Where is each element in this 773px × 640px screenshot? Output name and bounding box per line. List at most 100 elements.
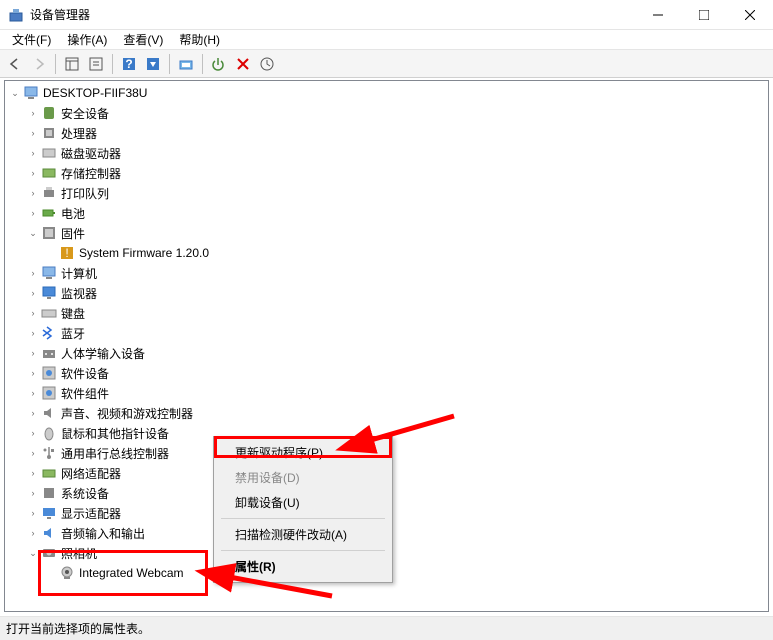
keyboard-icon — [41, 305, 57, 321]
expand-icon[interactable]: › — [27, 327, 39, 339]
audio-icon — [41, 525, 57, 541]
update-driver-button[interactable] — [175, 53, 197, 75]
svg-text:?: ? — [125, 57, 132, 71]
tree-node-firmware_item[interactable]: !System Firmware 1.20.0 — [5, 243, 768, 263]
menu-view[interactable]: 查看(V) — [117, 30, 169, 49]
expand-icon[interactable]: › — [27, 527, 39, 539]
camera-icon — [41, 545, 57, 561]
tree-node-bluetooth[interactable]: › 蓝牙 — [5, 323, 768, 343]
chip-icon — [41, 125, 57, 141]
expand-icon[interactable]: › — [27, 107, 39, 119]
tree-label: 软件设备 — [61, 365, 109, 382]
menu-help[interactable]: 帮助(H) — [173, 30, 226, 49]
system-icon — [41, 485, 57, 501]
battery-icon — [41, 205, 57, 221]
context-disable-device[interactable]: 禁用设备(D) — [217, 465, 389, 490]
context-separator — [221, 550, 385, 551]
computer-icon — [23, 85, 39, 101]
tree-node-battery[interactable]: › 电池 — [5, 203, 768, 223]
svg-text:!: ! — [65, 246, 68, 260]
tree-node-monitor[interactable]: ›监视器 — [5, 283, 768, 303]
uninstall-button[interactable] — [232, 53, 254, 75]
menu-file[interactable]: 文件(F) — [6, 30, 57, 49]
tree-node-software_dev[interactable]: › 软件设备 — [5, 363, 768, 383]
expand-icon[interactable]: › — [27, 427, 39, 439]
tree-label: 软件组件 — [61, 385, 109, 402]
tree-label: 磁盘驱动器 — [61, 145, 121, 162]
help-button[interactable]: ? — [118, 53, 140, 75]
expand-icon[interactable] — [45, 567, 57, 579]
tree-node-sound[interactable]: › 声音、视频和游戏控制器 — [5, 403, 768, 423]
window-title: 设备管理器 — [30, 6, 635, 23]
tree-label: 显示适配器 — [61, 505, 121, 522]
expand-icon[interactable]: › — [27, 147, 39, 159]
expand-icon[interactable]: › — [27, 487, 39, 499]
tree-node-storage[interactable]: › 存储控制器 — [5, 163, 768, 183]
tree-node-disk[interactable]: › 磁盘驱动器 — [5, 143, 768, 163]
tree-label: 系统设备 — [61, 485, 109, 502]
tree-label: 蓝牙 — [61, 325, 85, 342]
tree-node-keyboard[interactable]: › 键盘 — [5, 303, 768, 323]
tree-label: 鼠标和其他指针设备 — [61, 425, 169, 442]
expand-icon[interactable]: › — [27, 287, 39, 299]
tree-label: 网络适配器 — [61, 465, 121, 482]
expand-icon[interactable]: › — [27, 407, 39, 419]
tree-node-firmware[interactable]: ⌄固件 — [5, 223, 768, 243]
tree-node-processor[interactable]: ›处理器 — [5, 123, 768, 143]
expand-icon[interactable]: › — [27, 167, 39, 179]
properties-button[interactable] — [85, 53, 107, 75]
expand-icon[interactable]: › — [27, 207, 39, 219]
tree-root-computer[interactable]: ⌄ DESKTOP-FIIF38U — [5, 83, 768, 103]
context-uninstall-device[interactable]: 卸载设备(U) — [217, 490, 389, 515]
context-update-driver[interactable]: 更新驱动程序(P) — [217, 440, 389, 465]
action-button[interactable] — [142, 53, 164, 75]
status-text: 打开当前选择项的属性表。 — [6, 620, 150, 637]
show-hide-tree-button[interactable] — [61, 53, 83, 75]
close-button[interactable] — [727, 0, 773, 30]
tree-label: 键盘 — [61, 305, 85, 322]
enable-button[interactable] — [208, 53, 230, 75]
context-scan-hardware[interactable]: 扫描检测硬件改动(A) — [217, 522, 389, 547]
tree-label: 存储控制器 — [61, 165, 121, 182]
expand-icon[interactable]: ⌄ — [27, 547, 39, 559]
display-icon — [41, 505, 57, 521]
usb-icon — [41, 445, 57, 461]
tree-label: 照相机 — [61, 545, 97, 562]
tree-label: 电池 — [61, 205, 85, 222]
expand-icon[interactable]: › — [27, 127, 39, 139]
toolbar: ? — [0, 50, 773, 78]
tree-node-software_comp[interactable]: › 软件组件 — [5, 383, 768, 403]
expand-icon[interactable]: › — [27, 447, 39, 459]
fw_warn-icon: ! — [59, 245, 75, 261]
context-menu: 更新驱动程序(P) 禁用设备(D) 卸载设备(U) 扫描检测硬件改动(A) 属性… — [213, 436, 393, 583]
expand-icon[interactable]: › — [27, 307, 39, 319]
expand-icon[interactable]: › — [27, 387, 39, 399]
expand-icon[interactable]: › — [27, 467, 39, 479]
expand-icon[interactable]: › — [27, 347, 39, 359]
tree-label: 计算机 — [61, 265, 97, 282]
back-button[interactable] — [4, 53, 26, 75]
monitor-icon — [41, 285, 57, 301]
expand-icon[interactable]: › — [27, 367, 39, 379]
expand-icon[interactable]: ⌄ — [27, 227, 39, 239]
tree-label: DESKTOP-FIIF38U — [43, 86, 147, 100]
expand-icon[interactable]: › — [27, 507, 39, 519]
forward-button[interactable] — [28, 53, 50, 75]
tree-label: 打印队列 — [61, 185, 109, 202]
minimize-button[interactable] — [635, 0, 681, 30]
tree-node-security[interactable]: ›安全设备 — [5, 103, 768, 123]
expand-icon[interactable]: › — [27, 267, 39, 279]
tree-label: 通用串行总线控制器 — [61, 445, 169, 462]
computer-icon — [41, 265, 57, 281]
expand-icon[interactable] — [45, 247, 57, 259]
tree-node-hid[interactable]: ›人体学输入设备 — [5, 343, 768, 363]
menu-action[interactable]: 操作(A) — [61, 30, 113, 49]
scan-button[interactable] — [256, 53, 278, 75]
maximize-button[interactable] — [681, 0, 727, 30]
tree-node-computers[interactable]: › 计算机 — [5, 263, 768, 283]
tree-label: 声音、视频和游戏控制器 — [61, 405, 193, 422]
tree-node-printq[interactable]: › 打印队列 — [5, 183, 768, 203]
context-properties[interactable]: 属性(R) — [217, 554, 389, 579]
expand-icon[interactable]: › — [27, 187, 39, 199]
expand-icon[interactable]: ⌄ — [9, 87, 21, 99]
